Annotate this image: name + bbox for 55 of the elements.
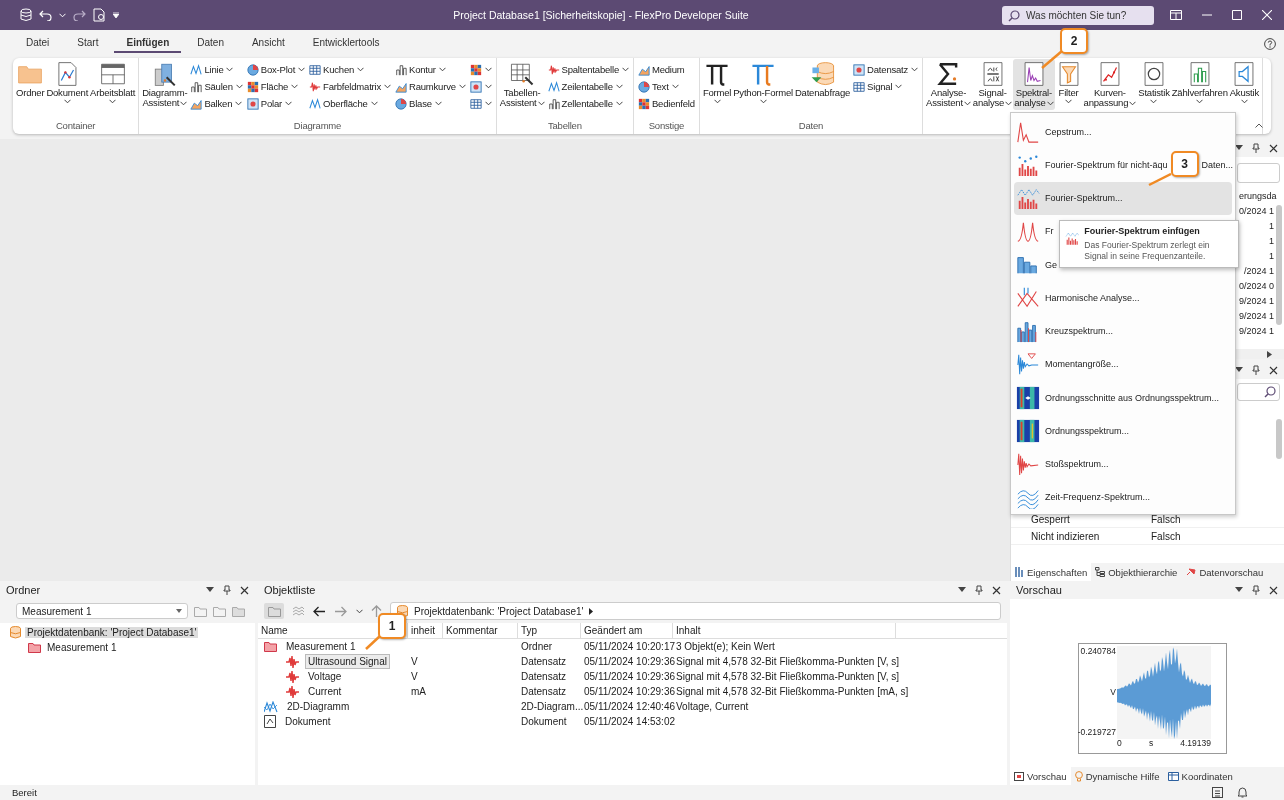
axis-label: s bbox=[1148, 737, 1154, 749]
table-cell: 05/11/2024 10:29:36 bbox=[584, 656, 675, 667]
table-cell-text: 1 bbox=[1269, 250, 1274, 263]
table-cell: Datensatz bbox=[521, 671, 567, 682]
axis-label: 4.19139 bbox=[1180, 737, 1211, 749]
table-cell: V bbox=[411, 671, 418, 682]
table-cell: 3 Objekt(e); Kein Wert bbox=[676, 641, 775, 652]
table-cell-text: 0/2024 0 bbox=[1238, 280, 1274, 293]
table-cell: 2D-Diagram... bbox=[521, 701, 584, 712]
axis-label: -0.219727 bbox=[1077, 727, 1116, 737]
group-label: Diagramme bbox=[293, 120, 342, 131]
panel-title: Ordner bbox=[6, 584, 41, 596]
table-cell: Datensatz bbox=[521, 686, 567, 697]
property-name: Nicht indizieren bbox=[1031, 530, 1101, 542]
table-cell: 05/11/2024 10:20:17 bbox=[584, 641, 675, 652]
table-cell-text: /2024 1 bbox=[1243, 265, 1274, 278]
panel-title: Vorschau bbox=[1016, 584, 1062, 596]
table-cell-text: 1 bbox=[1269, 235, 1274, 248]
table-cell-text: 1 bbox=[1269, 220, 1274, 233]
table-cell: 05/11/2024 14:53:02 bbox=[584, 716, 675, 727]
table-cell: mA bbox=[411, 686, 426, 697]
table-cell: V bbox=[411, 656, 418, 667]
table-cell-text: 9/2024 1 bbox=[1238, 310, 1274, 323]
table-cell: Ordner bbox=[521, 641, 553, 652]
table-cell: 05/11/2024 10:29:36 bbox=[584, 671, 675, 682]
table-cell: 05/11/2024 12:40:46 bbox=[584, 701, 675, 712]
tooltip-title: Fourier-Spektrum einfügen bbox=[1084, 226, 1201, 236]
property-name: Gesperrt bbox=[1031, 513, 1071, 525]
callout-badge: 3 bbox=[1170, 151, 1199, 178]
window-title: Project Database1 [Sicherheitskopie] - FlexPro Developer Suite bbox=[452, 9, 750, 21]
property-value: Falsch bbox=[1151, 530, 1182, 542]
table-cell: Dokument bbox=[521, 716, 567, 727]
status-text: Bereit bbox=[12, 786, 37, 798]
table-cell: Signal mit 4,578 32-Bit Fließkomma-Punkten [mA, s] bbox=[676, 686, 909, 697]
property-value: Falsch bbox=[1151, 513, 1182, 525]
table-cell-text: 9/2024 1 bbox=[1238, 325, 1274, 338]
callout-badge: 2 bbox=[1060, 28, 1088, 54]
group-label: Tabellen bbox=[548, 120, 582, 131]
path-text: Projektdatenbank: 'Project Database1' bbox=[414, 605, 584, 617]
axis-label: 0.240784 bbox=[1080, 646, 1116, 656]
table-cell-text: 9/2024 1 bbox=[1238, 295, 1274, 308]
table-cell: Datensatz bbox=[521, 656, 567, 667]
tooltip-text: Das Fourier-Spektrum zerlegt ein Signal in seine Frequenzanteile. bbox=[1084, 240, 1211, 263]
table-cell: Voltage, Current bbox=[676, 701, 749, 712]
panel-title: Objektliste bbox=[264, 584, 316, 596]
table-cell: Signal mit 4,578 32-Bit Fließkomma-Punkten [V, s] bbox=[676, 656, 900, 667]
table-cell-text: 0/2024 1 bbox=[1238, 205, 1274, 218]
group-label: Container bbox=[55, 120, 96, 131]
axis-label: 0 bbox=[1117, 737, 1122, 749]
group-label: Daten bbox=[798, 120, 824, 131]
table-cell: 05/11/2024 10:29:36 bbox=[584, 686, 675, 697]
table-cell: Signal mit 4,578 32-Bit Fließkomma-Punkten [V, s] bbox=[676, 671, 900, 682]
group-label: Sonstige bbox=[648, 120, 685, 131]
axis-label: V bbox=[1110, 686, 1116, 697]
callout-badge: 1 bbox=[378, 613, 406, 639]
